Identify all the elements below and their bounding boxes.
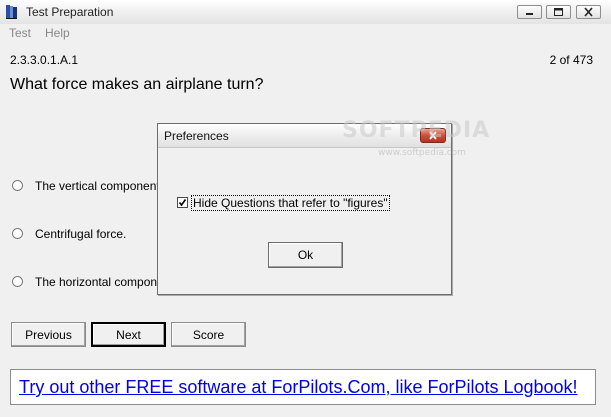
menu-bar: Test Help [0,24,611,42]
menu-test[interactable]: Test [9,26,31,40]
radio-button[interactable] [12,180,23,191]
title-bar[interactable]: Test Preparation [0,0,611,25]
question-counter: 2 of 473 [549,53,593,67]
checkmark-icon [178,199,187,207]
dialog-title: Preferences [164,129,229,143]
hide-figures-label: Hide Questions that refer to "figures" [191,195,390,211]
window-title: Test Preparation [26,5,114,19]
answer-option-text: The vertical component o [35,179,170,193]
close-icon [584,7,593,17]
menu-help[interactable]: Help [45,26,70,40]
radio-button[interactable] [12,276,23,287]
maximize-button[interactable] [546,5,571,19]
radio-button[interactable] [12,228,23,239]
question-id: 2.3.3.0.1.A.1 [10,53,79,67]
close-button[interactable] [576,5,601,19]
previous-button[interactable]: Previous [11,322,86,347]
answer-option-text: The horizontal component [35,275,174,289]
maximize-icon [554,8,563,16]
book-icon [4,4,20,20]
minimize-icon [526,13,533,15]
score-button[interactable]: Score [171,322,246,347]
next-button[interactable]: Next [91,322,166,347]
minimize-button[interactable] [517,5,542,19]
promo-link[interactable]: Try out other FREE software at ForPilots… [19,377,578,398]
main-window: Test Preparation Test Help 2.3.3.0.1.A.1… [0,0,611,417]
watermark-url: www.softpedia.com [378,148,466,158]
ok-button[interactable]: Ok [268,242,343,268]
answer-option-text: Centrifugal force. [35,227,127,241]
promo-banner: Try out other FREE software at ForPilots… [10,369,596,405]
question-text: What force makes an airplane turn? [10,76,264,93]
hide-figures-checkbox[interactable] [177,197,188,208]
watermark: SOFTPEDIA [342,118,491,143]
